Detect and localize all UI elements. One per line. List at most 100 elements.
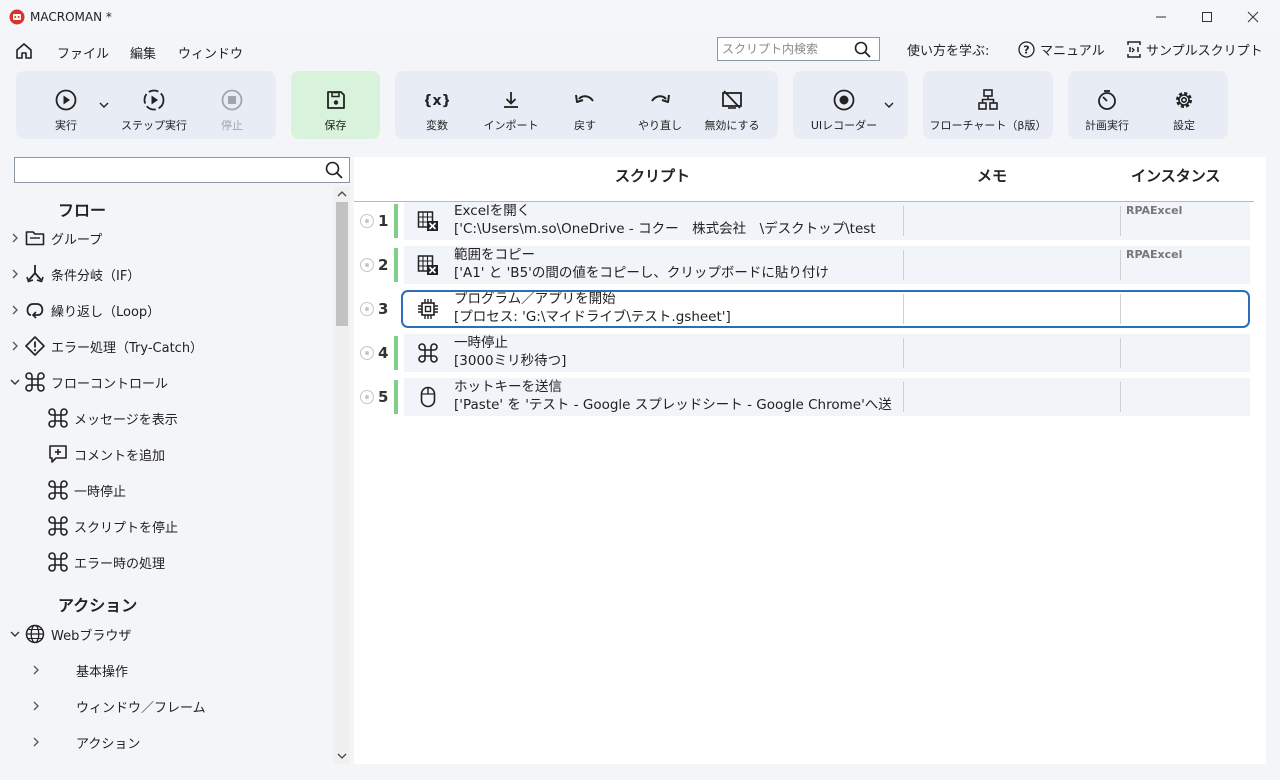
row-title: 範囲をコピー bbox=[454, 247, 535, 263]
script-search-input[interactable] bbox=[718, 38, 846, 60]
scroll-up-arrow-icon[interactable] bbox=[334, 186, 350, 202]
tree-item-label: Webブラウザ bbox=[51, 628, 132, 644]
run-label: 実行 bbox=[55, 119, 77, 132]
column-header-memo: メモ bbox=[977, 167, 1008, 185]
disable-button[interactable]: 無効にする bbox=[701, 71, 763, 139]
manual-link[interactable]: ? マニュアル bbox=[1018, 40, 1105, 59]
scroll-thumb[interactable] bbox=[336, 202, 348, 326]
scheduled-run-button[interactable]: 計画実行 bbox=[1080, 71, 1134, 139]
warning-diamond-icon bbox=[23, 334, 47, 358]
row-detail: [3000ミリ秒待つ] bbox=[454, 353, 567, 369]
search-icon[interactable] bbox=[325, 161, 343, 179]
manual-label: マニュアル bbox=[1040, 44, 1105, 59]
variable-icon: {x} bbox=[425, 88, 449, 112]
row-instance: RPAExcel bbox=[1126, 248, 1183, 261]
flowchart-button[interactable]: フローチャート（β版） bbox=[923, 71, 1053, 139]
tree-item-stop-script[interactable]: スクリプトを停止 bbox=[46, 514, 178, 538]
tree-item-action[interactable]: アクション bbox=[28, 730, 140, 754]
script-row-3[interactable]: 3 プログラム／アプリを開始 [プロセス: 'G:\マイドライブ\テスト.gsh… bbox=[354, 290, 1250, 328]
timer-icon bbox=[1096, 88, 1118, 112]
undo-button[interactable]: 戻す bbox=[563, 71, 607, 139]
chevron-right-icon[interactable] bbox=[28, 737, 44, 747]
action-search[interactable] bbox=[14, 157, 350, 183]
play-icon bbox=[55, 88, 77, 112]
run-button[interactable]: 実行 bbox=[46, 71, 86, 139]
tree-item-flow-control[interactable]: フローコントロール bbox=[7, 370, 168, 394]
step-run-label: ステップ実行 bbox=[121, 119, 187, 132]
menu-edit[interactable]: 編集 bbox=[130, 43, 156, 62]
breakpoint-toggle[interactable] bbox=[360, 302, 374, 316]
close-button[interactable] bbox=[1230, 0, 1276, 33]
comment-add-icon bbox=[46, 442, 70, 466]
tree-item-web-browser[interactable]: Webブラウザ bbox=[7, 622, 131, 646]
scroll-down-arrow-icon[interactable] bbox=[334, 748, 350, 764]
script-search[interactable] bbox=[717, 37, 880, 61]
tree-item-basic-ops[interactable]: 基本操作 bbox=[28, 658, 128, 682]
chevron-right-icon[interactable] bbox=[7, 341, 23, 351]
script-row-2[interactable]: 2 範囲をコピー ['A1' と 'B5'の間の値をコピーし、クリップボードに貼… bbox=[354, 246, 1250, 284]
import-button[interactable]: インポート bbox=[479, 71, 543, 139]
tree-item-group[interactable]: グループ bbox=[7, 226, 102, 250]
chevron-right-icon[interactable] bbox=[28, 665, 44, 675]
minimize-button[interactable] bbox=[1138, 0, 1184, 33]
chevron-right-icon[interactable] bbox=[7, 233, 23, 243]
tree-item-label: スクリプトを停止 bbox=[74, 520, 179, 536]
tree-item-pause[interactable]: 一時停止 bbox=[46, 478, 126, 502]
tree-item-label: 一時停止 bbox=[74, 484, 127, 500]
disable-icon bbox=[721, 88, 743, 112]
breakpoint-toggle[interactable] bbox=[360, 258, 374, 272]
tree-item-on-error[interactable]: エラー時の処理 bbox=[46, 550, 165, 574]
menu-window[interactable]: ウィンドウ bbox=[178, 43, 243, 62]
script-row-4[interactable]: 4 一時停止 [3000ミリ秒待つ] bbox=[354, 334, 1250, 372]
settings-button[interactable]: 設定 bbox=[1164, 71, 1204, 139]
tree-item-show-message[interactable]: メッセージを表示 bbox=[46, 406, 178, 430]
tree-item-label: エラー処理（Try-Catch） bbox=[51, 340, 204, 356]
title-bar: MACROMAN * bbox=[0, 0, 1280, 33]
breakpoint-toggle[interactable] bbox=[360, 214, 374, 228]
tree-item-if[interactable]: 条件分岐（IF） bbox=[7, 262, 140, 286]
chevron-down-icon[interactable] bbox=[7, 630, 23, 638]
chevron-down-icon[interactable] bbox=[7, 378, 23, 386]
run-options-chevron-down-icon[interactable] bbox=[99, 101, 109, 109]
step-run-button[interactable]: ステップ実行 bbox=[116, 71, 192, 139]
tree-item-window-frame[interactable]: ウィンドウ／フレーム bbox=[28, 694, 206, 718]
tree-item-label: フローコントロール bbox=[51, 376, 169, 392]
save-button[interactable]: 保存 bbox=[291, 71, 380, 139]
recorder-options-chevron-down-icon[interactable] bbox=[884, 101, 894, 109]
stop-button[interactable]: 停止 bbox=[212, 71, 252, 139]
chevron-right-icon[interactable] bbox=[7, 269, 23, 279]
command-icon bbox=[46, 550, 70, 574]
breakpoint-toggle[interactable] bbox=[360, 390, 374, 404]
script-row-1[interactable]: 1 Excelを開く ['C:\Users\m.so\OneDrive - コク… bbox=[354, 202, 1250, 240]
row-title: Excelを開く bbox=[454, 203, 531, 219]
chevron-right-icon[interactable] bbox=[7, 305, 23, 315]
tree-item-try-catch[interactable]: エラー処理（Try-Catch） bbox=[7, 334, 203, 358]
undo-label: 戻す bbox=[574, 119, 596, 132]
maximize-button[interactable] bbox=[1184, 0, 1230, 33]
home-icon[interactable] bbox=[15, 42, 33, 60]
menu-file[interactable]: ファイル bbox=[57, 43, 109, 62]
breakpoint-toggle[interactable] bbox=[360, 346, 374, 360]
tree-item-add-comment[interactable]: コメントを追加 bbox=[46, 442, 165, 466]
ui-recorder-button[interactable]: UIレコーダー bbox=[803, 71, 885, 139]
action-header: アクション bbox=[58, 596, 138, 615]
tree-item-label: アクション bbox=[76, 736, 141, 752]
script-row-5[interactable]: 5 ホットキーを送信 ['Paste' を 'テスト - Google スプレッ… bbox=[354, 378, 1250, 416]
excel-icon bbox=[416, 209, 440, 233]
settings-label: 設定 bbox=[1173, 119, 1195, 132]
tree-item-label: グループ bbox=[51, 232, 103, 248]
action-search-input[interactable] bbox=[15, 158, 315, 182]
chevron-right-icon[interactable] bbox=[28, 701, 44, 711]
mouse-icon bbox=[416, 385, 440, 409]
redo-button[interactable]: やり直し bbox=[633, 71, 687, 139]
selection-outline bbox=[401, 290, 1250, 328]
app-logo-icon bbox=[9, 9, 25, 25]
tree-item-loop[interactable]: 繰り返し（Loop） bbox=[7, 298, 160, 322]
sample-script-link[interactable]: サンプルスクリプト bbox=[1127, 40, 1263, 59]
gear-icon bbox=[1173, 88, 1195, 112]
search-icon[interactable] bbox=[854, 41, 871, 58]
import-icon bbox=[501, 88, 521, 112]
undo-icon bbox=[574, 88, 596, 112]
variable-button[interactable]: {x} 変数 bbox=[415, 71, 459, 139]
tree-scrollbar[interactable] bbox=[334, 186, 350, 764]
